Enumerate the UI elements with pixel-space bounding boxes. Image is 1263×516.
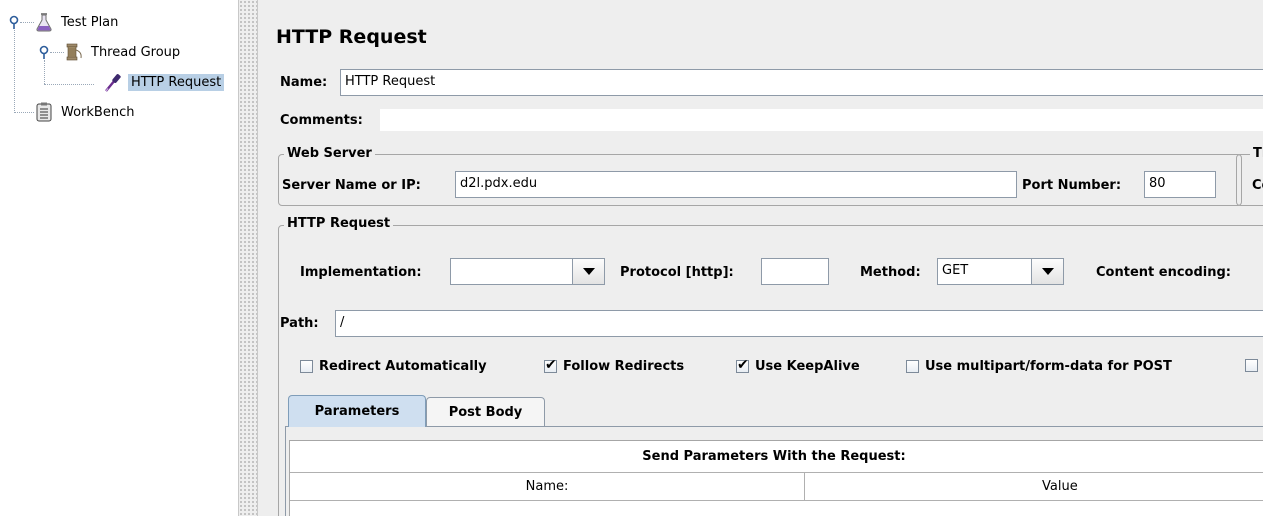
checkmark-icon: ✔ (737, 357, 749, 373)
table-caption-row: Send Parameters With the Request: (290, 441, 1263, 472)
tab-post-body[interactable]: Post Body (426, 397, 545, 426)
use-multipart-checkbox[interactable]: Use multipart/form-data for POST (906, 359, 1172, 374)
tab-parameters[interactable]: Parameters (288, 395, 426, 427)
checkbox-box (906, 360, 919, 373)
http-request-legend: HTTP Request (284, 216, 394, 231)
method-label: Method: (860, 265, 921, 280)
tree-line (14, 112, 34, 113)
table-caption: Send Parameters With the Request: (642, 449, 906, 464)
checkbox-box: ✔ (736, 357, 749, 373)
tree-node-thread-group[interactable]: Thread Group (64, 42, 183, 62)
use-keepalive-checkbox[interactable]: ✔ Use KeepAlive (736, 357, 860, 374)
comments-label: Comments: (280, 113, 363, 128)
expand-toggle-icon[interactable] (38, 45, 49, 59)
protocol-field[interactable] (761, 258, 829, 285)
http-request-panel: HTTP Request Name: HTTP Request Comments… (258, 0, 1263, 516)
checkbox-label: Use KeepAlive (755, 359, 860, 374)
checkbox-box (1245, 359, 1258, 372)
method-dropdown[interactable]: GET (937, 258, 1064, 285)
name-label: Name: (280, 75, 328, 90)
follow-redirects-checkbox[interactable]: ✔ Follow Redirects (544, 357, 685, 374)
tree-line (20, 22, 34, 23)
checkbox-label: Use multipart/form-data for POST (925, 359, 1172, 374)
tree-node-label: WorkBench (61, 104, 135, 120)
checkbox-label: Follow Redirects (563, 359, 685, 374)
tree-node-label: Thread Group (91, 44, 181, 60)
checkmark-icon: ✔ (545, 357, 557, 373)
implementation-dropdown[interactable] (450, 258, 605, 285)
spool-icon (64, 42, 84, 62)
implementation-value (451, 259, 572, 284)
server-name-field[interactable]: d2l.pdx.edu (455, 171, 1017, 198)
content-encoding-label: Content encoding: (1096, 265, 1231, 280)
dropdown-arrow-icon[interactable] (572, 259, 604, 284)
column-header-name[interactable]: Name: (290, 472, 805, 501)
pane-splitter[interactable] (238, 0, 258, 516)
next-option-checkbox[interactable] (1245, 359, 1263, 372)
implementation-label: Implementation: (300, 265, 422, 280)
checkbox-label: Redirect Automatically (319, 359, 487, 374)
server-name-label: Server Name or IP: (282, 178, 421, 193)
name-field[interactable]: HTTP Request (340, 69, 1263, 96)
tree-node-label: HTTP Request (128, 73, 225, 91)
web-server-legend: Web Server (284, 146, 375, 161)
method-value: GET (942, 263, 969, 278)
tree-line (50, 52, 64, 53)
port-number-field[interactable]: 80 (1144, 171, 1216, 198)
timeouts-legend: Ti (1250, 146, 1263, 161)
tree-node-test-plan[interactable]: Test Plan (34, 12, 121, 32)
pipette-icon (104, 72, 124, 92)
dropdown-arrow-icon[interactable] (1031, 259, 1063, 284)
clipboard-icon (34, 102, 54, 122)
port-number-label: Port Number: (1022, 178, 1122, 193)
path-label: Path: (280, 316, 319, 331)
protocol-label: Protocol [http]: (620, 265, 734, 280)
parameters-table: Send Parameters With the Request: Name: … (289, 440, 1263, 516)
column-header-value[interactable]: Value (805, 472, 1263, 501)
checkbox-box: ✔ (544, 357, 557, 373)
path-field[interactable]: / (335, 310, 1263, 337)
tree-line (44, 60, 45, 84)
checkbox-box (300, 360, 313, 373)
flask-icon (34, 12, 54, 32)
expand-toggle-icon[interactable] (8, 15, 19, 29)
connect-timeout-label: Co (1252, 178, 1263, 193)
page-title: HTTP Request (276, 26, 427, 48)
test-plan-tree: Test Plan Thread Group HTTP Request Work… (0, 0, 238, 516)
redirect-automatically-checkbox[interactable]: Redirect Automatically (300, 359, 487, 374)
tree-node-label: Test Plan (61, 14, 119, 30)
comments-field[interactable] (380, 109, 1263, 131)
tree-node-http-request[interactable]: HTTP Request (104, 72, 225, 92)
tree-line (14, 30, 15, 113)
tree-node-workbench[interactable]: WorkBench (34, 102, 137, 122)
tree-line (44, 84, 94, 85)
